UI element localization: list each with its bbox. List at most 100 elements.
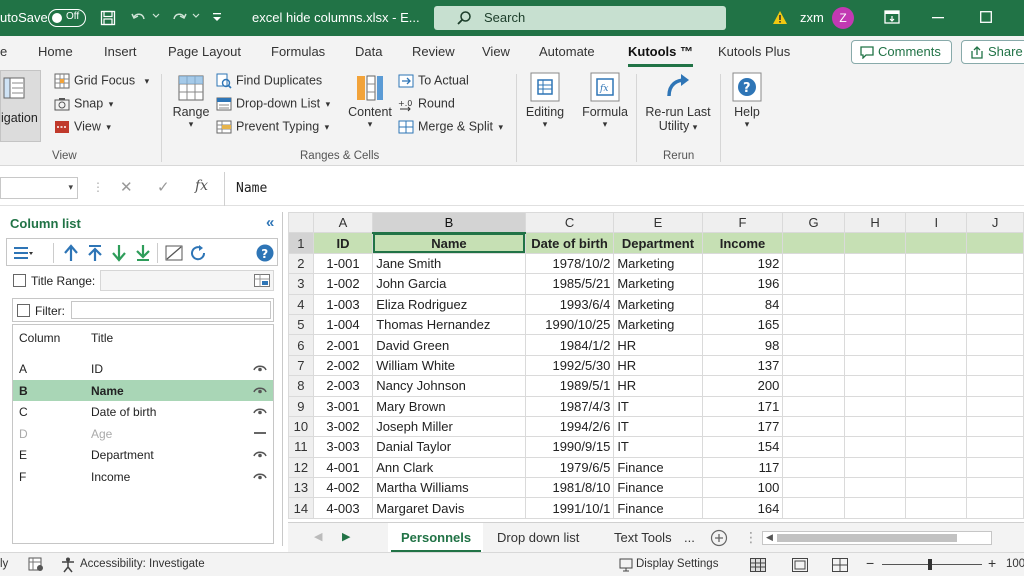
cell[interactable]: 1981/8/10 (524, 477, 615, 499)
cell[interactable]: 196 (701, 273, 784, 295)
cell[interactable]: David Green (372, 334, 526, 356)
cell[interactable]: Joseph Miller (372, 415, 526, 438)
sheet-tab-text-tools[interactable]: Text Tools (614, 530, 672, 545)
more-sheets-button[interactable]: ... (684, 530, 695, 545)
formula-bar-resize-icon[interactable]: ⋮ (92, 180, 104, 194)
empty-cell[interactable] (782, 436, 845, 458)
tab-view[interactable]: View (482, 44, 510, 59)
tab-data[interactable]: Data (355, 44, 382, 59)
cell[interactable]: 2-002 (312, 354, 374, 377)
add-sheet-icon[interactable] (710, 529, 728, 547)
empty-cell[interactable] (905, 354, 968, 377)
row-header[interactable]: 14 (288, 497, 314, 519)
column-header[interactable]: G (782, 212, 845, 234)
toggle-hidden-columns-icon[interactable] (165, 245, 183, 261)
cell-mode-icon[interactable] (28, 557, 44, 572)
undo-dropdown-icon[interactable] (152, 13, 160, 19)
row-header[interactable]: 7 (288, 354, 314, 377)
empty-cell[interactable] (843, 375, 907, 397)
page-layout-view-icon[interactable] (792, 558, 808, 572)
empty-cell[interactable] (843, 334, 907, 356)
empty-cell[interactable] (782, 273, 845, 295)
cell[interactable]: Finance (613, 497, 703, 519)
empty-cell[interactable] (782, 477, 845, 499)
row-header[interactable]: 9 (288, 395, 314, 417)
minimize-icon[interactable] (932, 17, 944, 19)
redo-dropdown-icon[interactable] (192, 13, 200, 19)
cell[interactable]: Finance (613, 477, 703, 499)
empty-cell[interactable] (905, 456, 968, 479)
empty-cell[interactable] (966, 395, 1024, 417)
name-box[interactable]: ▾ (0, 177, 78, 199)
empty-cell[interactable] (843, 354, 907, 377)
filter-checkbox[interactable] (17, 304, 30, 317)
tab-insert[interactable]: Insert (104, 44, 137, 59)
empty-cell[interactable] (843, 415, 907, 438)
cell[interactable]: HR (613, 334, 703, 356)
empty-cell[interactable] (905, 477, 968, 499)
empty-cell[interactable] (966, 415, 1024, 438)
help-button[interactable]: ? Help ▾ (726, 72, 768, 130)
display-settings-button[interactable]: Display Settings (636, 558, 718, 570)
formula-input[interactable]: Name (236, 181, 267, 196)
empty-cell[interactable] (966, 273, 1024, 295)
visible-eye-icon[interactable] (253, 406, 267, 416)
cell[interactable]: 200 (701, 375, 784, 397)
cell[interactable]: Eliza Rodriguez (372, 293, 526, 315)
empty-cell[interactable] (843, 293, 907, 315)
cell[interactable]: 177 (701, 415, 784, 438)
empty-cell[interactable] (966, 334, 1024, 356)
empty-cell[interactable] (905, 334, 968, 356)
empty-cell[interactable] (782, 334, 845, 356)
empty-cell[interactable] (905, 436, 968, 458)
collapse-pane-icon[interactable]: « (266, 214, 274, 231)
prevent-typing-button[interactable]: Prevent Typing ▾ (216, 119, 329, 135)
empty-cell[interactable] (843, 252, 907, 275)
help-icon[interactable]: ? (255, 243, 275, 263)
spreadsheet-grid[interactable]: ABCEFGHIJ 1 ID Name Date of birth Department… (288, 212, 1024, 522)
move-to-top-icon[interactable] (87, 244, 103, 262)
content-button[interactable]: Content ▾ (345, 74, 395, 130)
empty-cell[interactable] (966, 313, 1024, 336)
grid-table[interactable]: ABCEFGHIJ 1 ID Name Date of birth Department… (288, 212, 1024, 519)
cell[interactable]: 4-001 (312, 456, 374, 479)
search-box[interactable]: Search (434, 6, 726, 30)
cell[interactable]: 4-003 (312, 497, 374, 519)
empty-cell[interactable] (782, 395, 845, 417)
empty-cell[interactable] (782, 313, 845, 336)
cell[interactable]: 100 (701, 477, 784, 499)
cell[interactable]: 3-001 (312, 395, 374, 417)
snap-button[interactable]: Snap ▾ (54, 96, 113, 112)
empty-cell[interactable] (905, 415, 968, 438)
grid-focus-button[interactable]: Grid Focus ▾ (54, 73, 149, 89)
empty-cell[interactable] (966, 232, 1024, 254)
cell[interactable]: 2-003 (312, 375, 374, 397)
visible-eye-icon[interactable] (253, 449, 267, 459)
cell[interactable]: 1984/1/2 (524, 334, 615, 356)
cell[interactable]: IT (613, 395, 703, 417)
row-header[interactable]: 13 (288, 477, 314, 499)
empty-cell[interactable] (782, 232, 845, 254)
warning-icon[interactable] (772, 10, 788, 25)
cell[interactable]: 1-002 (312, 273, 374, 295)
cell[interactable]: 1-001 (312, 252, 374, 275)
column-list-item[interactable]: B Name (13, 379, 273, 401)
list-options-icon[interactable] (13, 245, 33, 261)
empty-cell[interactable] (905, 273, 968, 295)
visible-eye-icon[interactable] (253, 385, 267, 395)
avatar[interactable]: Z (832, 7, 854, 29)
cell[interactable]: John Garcia (372, 273, 526, 295)
cell[interactable]: 1994/2/6 (524, 415, 615, 438)
cell[interactable]: HR (613, 375, 703, 397)
cell[interactable]: 117 (701, 456, 784, 479)
column-header[interactable]: I (905, 212, 968, 234)
cell[interactable]: Marketing (613, 293, 703, 315)
normal-view-icon[interactable] (750, 558, 766, 572)
cell[interactable]: Jane Smith (372, 252, 526, 275)
round-button[interactable]: +.0 Round (398, 96, 455, 112)
horizontal-scrollbar[interactable]: ◀ (762, 531, 992, 545)
row-header[interactable]: 3 (288, 273, 314, 295)
empty-cell[interactable] (843, 436, 907, 458)
navigation-button[interactable]: igation (0, 70, 41, 142)
column-header[interactable]: A (312, 212, 374, 234)
